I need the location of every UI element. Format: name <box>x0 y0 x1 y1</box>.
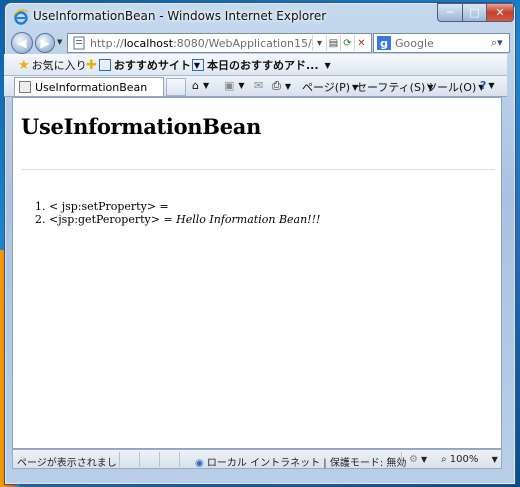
page-icon <box>73 36 85 50</box>
back-arrow-icon: ◀ <box>17 36 27 50</box>
status-message: ページが表示されまし <box>17 458 117 469</box>
feeds-button[interactable]: ▣ ▼ <box>224 79 245 92</box>
chevron-down-icon: ▼ <box>324 60 331 70</box>
tab-useinformationbean[interactable]: UseInformationBean <box>14 77 164 96</box>
minimize-button[interactable]: ─ <box>437 3 463 22</box>
forward-arrow-icon: ▶ <box>40 36 50 50</box>
stop-icon[interactable]: ✕ <box>354 35 368 51</box>
protected-mode-button[interactable]: ⚙ ▼ <box>409 454 427 465</box>
page-content: UseInformationBean 1. < jsp:setProperty>… <box>12 97 502 449</box>
navigation-bar: ◀ ▶ ▼ http://localhost:8080/WebApplicati… <box>5 30 515 56</box>
compat-view-icon[interactable]: ▤ <box>326 35 340 51</box>
g-icon: g <box>377 36 391 50</box>
rss-icon: ▣ <box>224 79 235 92</box>
help-button[interactable]: ? ▼ <box>480 79 495 92</box>
web-slice-icon <box>192 59 204 71</box>
page-icon <box>19 81 31 93</box>
refresh-icon[interactable]: ⟳ <box>340 35 354 51</box>
printer-icon: ⎙ <box>272 79 281 92</box>
mail-icon: ✉ <box>254 79 264 92</box>
tab-bar: UseInformationBean ⌂ ▼ ▣ ▼ ✉ ⎙ ▼ ページ(P) ▼ セー… <box>4 76 507 97</box>
chevron-down-icon: ▼ <box>491 455 498 464</box>
back-button[interactable]: ◀ <box>11 32 33 54</box>
minimize-icon: ─ <box>446 6 454 19</box>
result-list: 1. < jsp:setProperty> = 2. <jsp:getPerop… <box>35 200 320 226</box>
zoom-button[interactable]: ⌕ 100% ▼ <box>441 454 498 465</box>
intranet-icon: ◉ <box>195 458 204 469</box>
close-button[interactable]: ✕ <box>486 3 514 22</box>
safety-menu[interactable]: セーフティ(S) ▼ <box>356 79 433 95</box>
favorites-star-icon: ★ <box>18 57 30 73</box>
ie-logo-icon <box>13 9 29 25</box>
window-title: UseInformationBean - Windows Internet Ex… <box>33 9 327 23</box>
address-bar[interactable]: http://localhost:8080/WebApplication15/u… <box>67 33 372 53</box>
close-icon: ✕ <box>495 6 505 19</box>
tools-menu[interactable]: ツール(O) ▼ <box>426 79 484 95</box>
list-item: 2. <jsp:getPeroperty> = Hello Informatio… <box>35 213 321 226</box>
maximize-button[interactable]: □ <box>462 3 487 22</box>
recent-pages-dropdown[interactable]: ▼ <box>57 38 62 46</box>
maximize-icon: □ <box>469 6 480 19</box>
page-title: UseInformationBean <box>21 114 262 139</box>
zoom-icon: ⌕ <box>441 454 447 465</box>
url-text[interactable]: http://localhost:8080/WebApplication15/u… <box>90 37 312 50</box>
todays-pick-button[interactable]: 本日のおすすめアド... ▼ <box>192 57 331 73</box>
home-icon: ⌂ <box>192 79 199 92</box>
search-icon[interactable]: ⌕▾ <box>491 36 509 50</box>
add-favorite-icon: ✚ <box>86 57 97 73</box>
search-box[interactable]: g Google ⌕▾ <box>373 33 510 53</box>
shield-icon: ⚙ <box>409 454 418 465</box>
home-button[interactable]: ⌂ ▼ <box>192 79 209 92</box>
web-slice-icon <box>98 59 111 71</box>
favorites-bar: ★ お気に入り ✚ おすすめサイト ▼ 本日のおすすめアド... ▼ <box>4 54 507 76</box>
print-button[interactable]: ⎙ ▼ <box>272 79 291 93</box>
forward-button[interactable]: ▶ <box>35 33 55 53</box>
search-engine-label: Google <box>395 36 434 50</box>
favorites-button[interactable]: ★ お気に入り <box>18 57 87 73</box>
security-zone[interactable]: ◉ ローカル イントラネット | 保護モード: 無効 <box>195 454 406 469</box>
suggested-sites-button[interactable]: ✚ おすすめサイト ▼ <box>86 57 200 73</box>
help-icon: ? <box>480 79 487 92</box>
page-menu[interactable]: ページ(P) ▼ <box>302 79 358 95</box>
new-tab-button[interactable] <box>166 78 186 96</box>
address-dropdown-button[interactable]: ▾ <box>312 35 326 51</box>
list-item: 1. < jsp:setProperty> = <box>35 200 169 213</box>
mail-button[interactable]: ✉ <box>254 79 263 92</box>
title-bar[interactable]: UseInformationBean - Windows Internet Ex… <box>5 3 515 29</box>
horizontal-rule <box>21 169 495 170</box>
status-bar: ページが表示されまし ◉ ローカル イントラネット | 保護モード: 無効 ⚙ ▼… <box>12 449 502 469</box>
